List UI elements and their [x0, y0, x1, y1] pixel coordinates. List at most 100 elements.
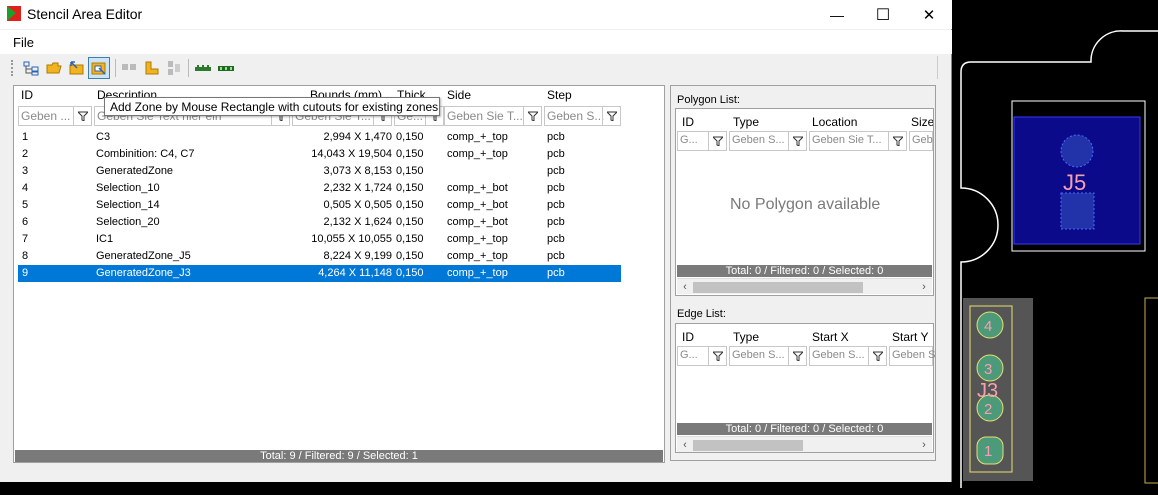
table-cell: 0,150 — [396, 216, 424, 228]
table-cell: 14,043 X 19,504 — [311, 148, 392, 160]
table-row[interactable]: 6 Selection_20 2,132 X 1,624 0,150 comp_+_bo… — [18, 214, 621, 231]
table-cell: comp_+_top — [447, 267, 508, 279]
filter-funnel-icon[interactable] — [602, 107, 620, 125]
table-cell: comp_+_top — [447, 250, 508, 262]
window-title: Stencil Area Editor — [27, 6, 143, 22]
table-row[interactable]: 3 GeneratedZone 3,073 X 8,153 0,150 pcb — [18, 163, 621, 180]
scroll-right-icon[interactable]: › — [917, 438, 931, 452]
table-cell: Selection_10 — [96, 182, 160, 194]
title-bar[interactable]: Stencil Area Editor — ☐ ✕ — [0, 0, 952, 29]
toolbar-grip[interactable] — [11, 60, 14, 76]
table-cell: 5 — [22, 199, 29, 211]
toolbar-tooltip: Add Zone by Mouse Rectangle with cutouts… — [104, 97, 440, 116]
column-step[interactable]: Step — [547, 88, 617, 102]
merge-zone-icon[interactable] — [118, 57, 140, 79]
scroll-left-icon[interactable]: ‹ — [678, 280, 692, 294]
toolbar — [8, 56, 938, 79]
filter-funnel-icon[interactable] — [523, 107, 541, 125]
filter-funnel-icon[interactable] — [868, 347, 886, 365]
table-cell: GeneratedZone — [96, 165, 174, 177]
table-row[interactable]: 8 GeneratedZone_J5 8,224 X 9,199 0,150 comp_… — [18, 248, 621, 265]
table-cell: 2,132 X 1,624 — [323, 216, 392, 228]
polygon-column-id[interactable]: ID — [682, 115, 694, 129]
table-cell: 10,055 X 10,055 — [311, 233, 392, 245]
add-zone-cutout-icon[interactable] — [88, 57, 110, 79]
table-cell: 4 — [22, 182, 29, 194]
table-cell: 0,150 — [396, 250, 424, 262]
table-cell: pcb — [547, 267, 565, 279]
filter-placeholder: Geben Sie T... — [447, 109, 523, 123]
table-row[interactable]: 1 C3 2,994 X 1,470 0,150 comp_+_top pcb — [18, 129, 621, 146]
pin-2-label: 2 — [984, 401, 992, 418]
polygon-filter-location[interactable]: Geben Sie T... — [809, 131, 907, 151]
edge-list-label: Edge List: — [677, 308, 726, 320]
edge-grid: ID Type Start X Start Y G... Geben S... … — [675, 323, 935, 453]
polygon-hscrollbar[interactable]: ‹ › — [677, 278, 932, 294]
generate-zone-icon[interactable] — [192, 57, 214, 79]
filter-side[interactable]: Geben Sie T... — [444, 106, 542, 126]
add-zone-tree-icon[interactable] — [20, 57, 42, 79]
filter-funnel-icon[interactable] — [788, 347, 806, 365]
table-row[interactable]: 2 Combinition: C4, C7 14,043 X 19,504 0,150… — [18, 146, 621, 163]
edge-hscrollbar[interactable]: ‹ › — [677, 436, 932, 452]
polygon-column-size[interactable]: Size — [911, 115, 933, 129]
edge-filter-type[interactable]: Geben S... — [729, 346, 807, 366]
filter-funnel-icon[interactable] — [708, 132, 726, 150]
table-cell: 8 — [22, 250, 29, 262]
edge-filter-start-y[interactable]: Geben S — [889, 346, 935, 366]
table-row[interactable]: 4 Selection_10 2,232 X 1,724 0,150 comp_+_bo… — [18, 180, 621, 197]
filter-id[interactable]: Geben ... — [18, 106, 92, 126]
edge-filter-id[interactable]: G... — [677, 346, 727, 366]
table-row[interactable]: 9 GeneratedZone_J3 4,264 X 11,148 0,150 comp… — [18, 265, 621, 282]
filter-step[interactable]: Geben S... — [544, 106, 621, 126]
table-cell: comp_+_top — [447, 233, 508, 245]
scroll-thumb[interactable] — [693, 440, 803, 451]
filter-funnel-icon[interactable] — [73, 107, 91, 125]
minimize-button[interactable]: — — [814, 0, 860, 29]
table-cell: 0,150 — [396, 199, 424, 211]
column-side[interactable]: Side — [447, 88, 537, 102]
menu-bar: File — [0, 30, 952, 54]
menu-file[interactable]: File — [13, 35, 34, 50]
scroll-thumb[interactable] — [693, 282, 863, 293]
close-button[interactable]: ✕ — [906, 0, 952, 29]
table-cell: C3 — [96, 131, 111, 143]
edge-column-id[interactable]: ID — [682, 330, 694, 344]
maximize-button[interactable]: ☐ — [860, 0, 906, 29]
column-id[interactable]: ID — [21, 88, 81, 102]
polygon-filter-type[interactable]: Geben S... — [729, 131, 807, 151]
polygon-column-location[interactable]: Location — [812, 115, 857, 129]
filter-placeholder: Geb — [912, 134, 933, 146]
table-cell: GeneratedZone_J3 — [96, 267, 191, 279]
edge-column-start-x[interactable]: Start X — [812, 330, 849, 344]
open-folder-icon[interactable] — [43, 57, 65, 79]
table-cell: Selection_20 — [96, 216, 160, 228]
corner-zone-icon[interactable] — [141, 57, 163, 79]
scroll-left-icon[interactable]: ‹ — [678, 438, 692, 452]
polygon-filter-id[interactable]: G... — [677, 131, 727, 151]
polygon-filter-size[interactable]: Geb — [909, 131, 933, 151]
pcb-canvas[interactable]: J5 4 3 2 1 J3 — [953, 0, 1158, 492]
table-cell: pcb — [547, 131, 565, 143]
table-cell: comp_+_bot — [447, 216, 508, 228]
edge-filter-start-x[interactable]: Geben S... — [809, 346, 887, 366]
filter-funnel-icon[interactable] — [788, 132, 806, 150]
polygon-grid: ID Type Location Size G... Geben S... Ge… — [675, 108, 934, 296]
table-row[interactable]: 7 IC1 10,055 X 10,055 0,150 comp_+_top pcb — [18, 231, 621, 248]
edge-column-start-y[interactable]: Start Y — [892, 330, 934, 344]
table-cell: 0,150 — [396, 148, 424, 160]
j5-pad-round — [1060, 134, 1094, 168]
scroll-right-icon[interactable]: › — [917, 280, 931, 294]
generate-zone-all-icon[interactable] — [215, 57, 237, 79]
table-cell: 3,073 X 8,153 — [323, 165, 392, 177]
edge-status: Total: 0 / Filtered: 0 / Selected: 0 — [677, 423, 932, 435]
table-cell: comp_+_top — [447, 148, 508, 160]
filter-funnel-icon[interactable] — [708, 347, 726, 365]
edge-column-type[interactable]: Type — [733, 330, 759, 344]
table-row[interactable]: 5 Selection_14 0,505 X 0,505 0,150 comp_+_bo… — [18, 197, 621, 214]
table-cell: pcb — [547, 165, 565, 177]
add-zone-mouse-icon[interactable] — [66, 57, 88, 79]
split-zone-icon[interactable] — [163, 57, 185, 79]
filter-funnel-icon[interactable] — [888, 132, 906, 150]
polygon-column-type[interactable]: Type — [733, 115, 759, 129]
